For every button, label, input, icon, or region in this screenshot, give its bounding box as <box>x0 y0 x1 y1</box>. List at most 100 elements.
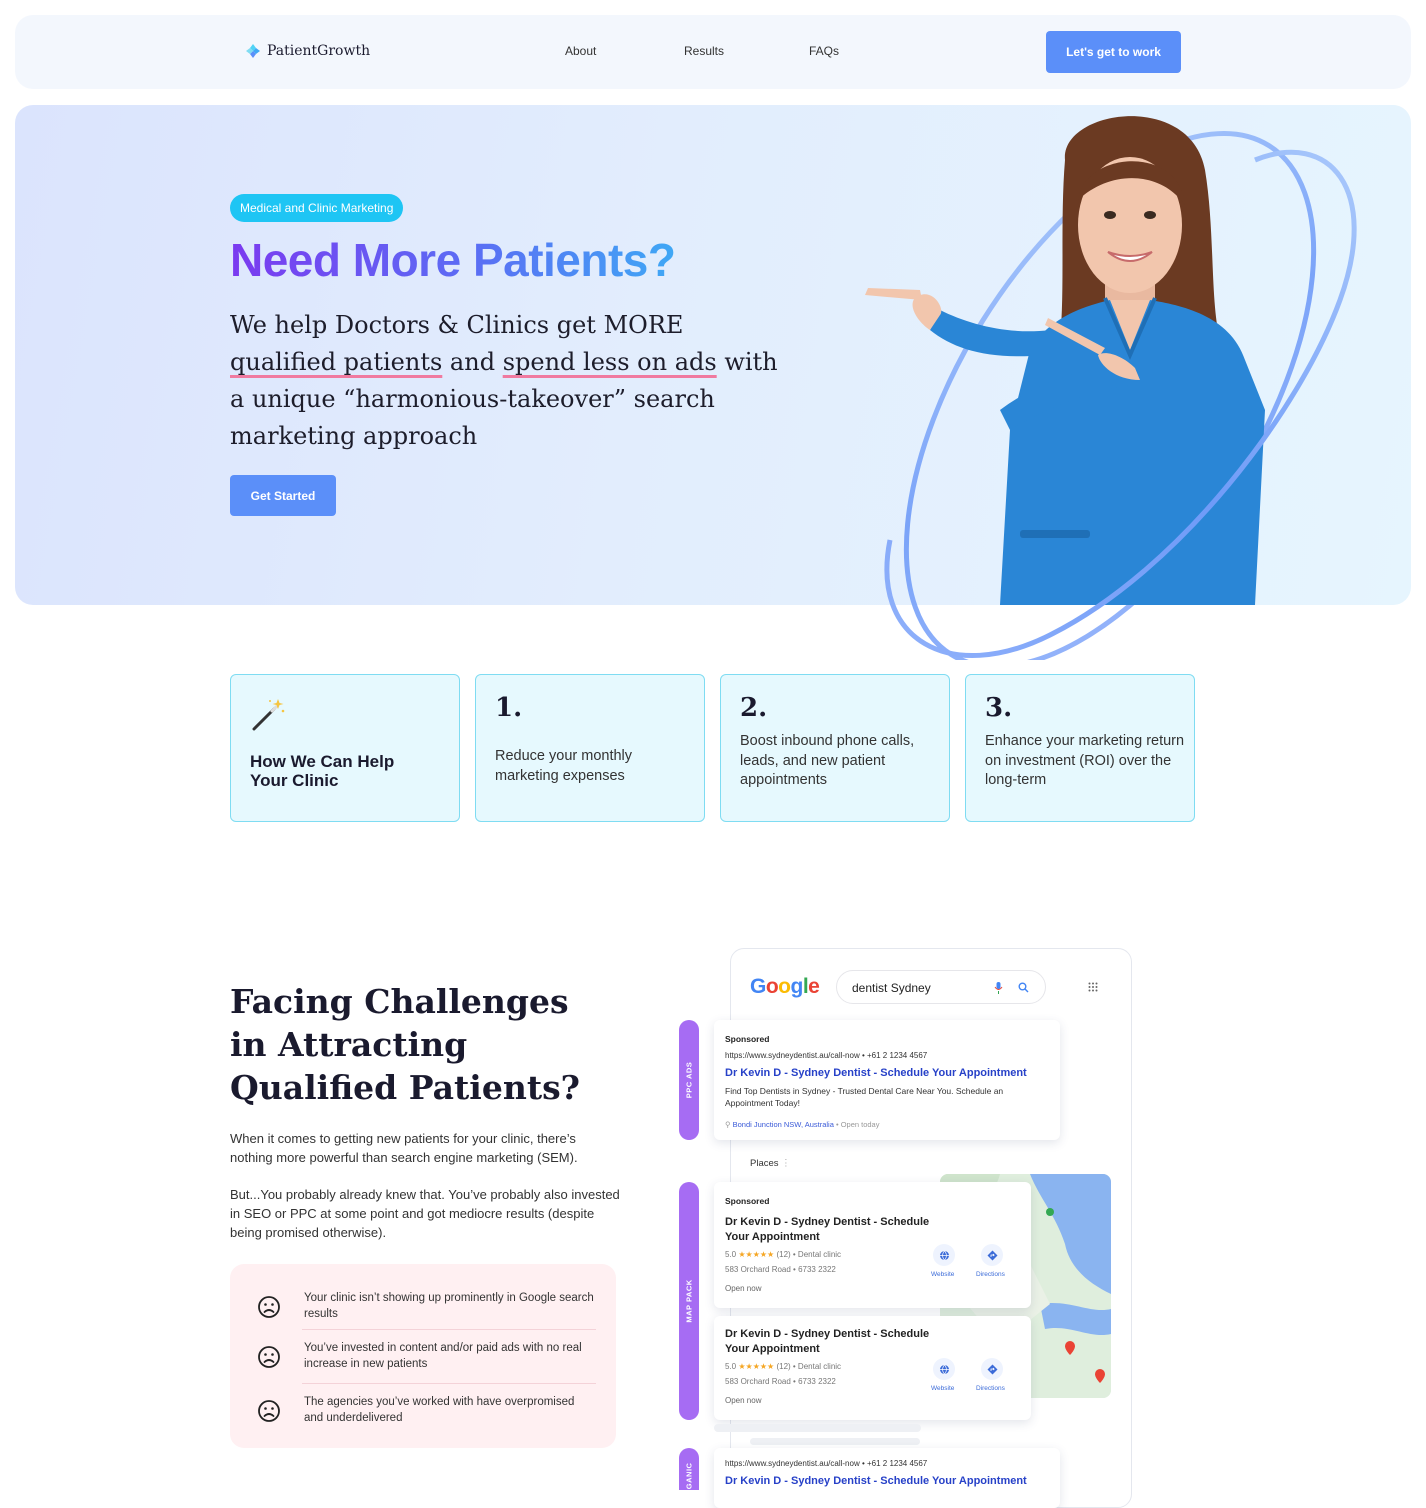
directions-label: Directions <box>976 1385 1005 1392</box>
listing-name[interactable]: Dr Kevin D - Sydney Dentist - Schedule Y… <box>725 1215 945 1245</box>
sponsored-label: Sponsored <box>725 1196 770 1206</box>
rating-stars: ★★★★★ <box>738 1250 775 1259</box>
rating-stars: ★★★★★ <box>738 1362 775 1371</box>
lets-get-to-work-button[interactable]: Let's get to work <box>1046 31 1181 73</box>
lead-underline-qualified: qualified patients <box>230 348 443 376</box>
sponsored-label: Sponsored <box>725 1034 770 1044</box>
organic-url: https://www.sydneydentist.au/call-now • … <box>725 1459 928 1468</box>
map-listing-card[interactable]: Dr Kevin D - Sydney Dentist - Schedule Y… <box>714 1316 1031 1420</box>
benefit-card-2: 2. Boost inbound phone calls, leads, and… <box>720 674 950 822</box>
benefit-number: 1. <box>495 693 523 723</box>
listing-open-status: Open now <box>725 1396 762 1405</box>
search-icon[interactable] <box>1018 982 1029 993</box>
website-label: Website <box>931 1271 955 1278</box>
listing-name[interactable]: Dr Kevin D - Sydney Dentist - Schedule Y… <box>725 1327 945 1357</box>
listing-rating: 5.0 ★★★★★ (12) • Dental clinic <box>725 1250 841 1259</box>
map-listing-card[interactable]: Sponsored Dr Kevin D - Sydney Dentist - … <box>714 1182 1031 1308</box>
pain-point: The agencies you’ve worked with have ove… <box>230 1383 616 1437</box>
divider <box>302 1329 596 1330</box>
listing-address: 583 Orchard Road • 6733 2322 <box>725 1265 836 1274</box>
ad-title-link[interactable]: Dr Kevin D - Sydney Dentist - Schedule Y… <box>725 1067 1027 1079</box>
listing-rating: 5.0 ★★★★★ (12) • Dental clinic <box>725 1362 841 1371</box>
ppc-ad-card[interactable]: Sponsored https://www.sydneydentist.au/c… <box>714 1020 1060 1140</box>
google-search-bar[interactable]: dentist Sydney <box>836 970 1046 1004</box>
google-logo: Google <box>750 975 820 998</box>
globe-icon <box>939 1250 949 1260</box>
directions-button[interactable] <box>981 1358 1003 1380</box>
challenges-paragraph-1: When it comes to getting new patients fo… <box>230 1131 578 1165</box>
hero-lead: We help Doctors & Clinics get MORE quali… <box>230 307 790 455</box>
ppc-ads-label: PPC ADS <box>679 1020 699 1140</box>
benefit-text: Enhance your marketing return on investm… <box>985 733 1185 788</box>
benefit-number: 3. <box>985 693 1013 723</box>
pain-point-text: Your clinic isn’t showing up prominently… <box>304 1292 594 1320</box>
help-intro-title: How We Can Help Your Clinic <box>250 752 395 790</box>
organic-result-card[interactable]: https://www.sydneydentist.au/call-now • … <box>714 1448 1060 1508</box>
organic-label: ORGANIC <box>679 1448 699 1490</box>
category-pill: Medical and Clinic Marketing <box>230 194 404 222</box>
brand-name: PatientGrowth <box>267 43 371 59</box>
listing-meta: (12) • Dental clinic <box>776 1362 842 1371</box>
brand-mark-icon <box>246 44 260 58</box>
sad-face-icon <box>258 1346 280 1368</box>
organic-title-link[interactable]: Dr Kevin D - Sydney Dentist - Schedule Y… <box>725 1475 1027 1487</box>
pain-point-text: The agencies you’ve worked with have ove… <box>304 1396 575 1424</box>
benefit-text: Boost inbound phone calls, leads, and ne… <box>740 733 915 788</box>
listing-address: 583 Orchard Road • 6733 2322 <box>725 1377 836 1386</box>
ad-location-text[interactable]: Bondi Junction NSW, Australia <box>733 1120 834 1129</box>
lead-underline-spend: spend less on ads <box>502 348 717 376</box>
top-nav: PatientGrowth About Results FAQs Let's g… <box>15 15 1411 89</box>
placeholder-bar <box>714 1424 921 1432</box>
places-label: Places <box>750 1158 779 1169</box>
magic-wand-icon <box>252 699 285 731</box>
info-icon: ⋮ <box>781 1158 791 1169</box>
map-pack-label: MAP PACK <box>679 1182 699 1420</box>
pain-point: You’ve invested in content and/or paid a… <box>230 1329 616 1383</box>
help-intro-card: How We Can Help Your Clinic <box>230 674 460 822</box>
ad-location-status: • Open today <box>833 1120 880 1129</box>
sad-face-icon <box>258 1400 280 1422</box>
get-started-button[interactable]: Get Started <box>230 475 336 516</box>
nav-link-faqs[interactable]: FAQs <box>809 44 839 58</box>
directions-icon <box>987 1364 997 1374</box>
hero-title: Need More Patients? <box>230 234 676 286</box>
listing-open-status: Open now <box>725 1284 762 1293</box>
directions-icon <box>987 1250 997 1260</box>
rating-value: 5.0 <box>725 1362 737 1371</box>
challenges-title: Facing Challenges in Attracting Qualifie… <box>230 982 580 1107</box>
website-button[interactable] <box>933 1358 955 1380</box>
divider <box>302 1383 596 1384</box>
lead-text-1: We help Doctors & Clinics get MORE <box>230 311 684 339</box>
listing-meta: (12) • Dental clinic <box>776 1250 842 1259</box>
benefit-number: 2. <box>740 693 768 723</box>
apps-grid-icon[interactable] <box>1088 982 1098 992</box>
directions-button[interactable] <box>981 1244 1003 1266</box>
website-button[interactable] <box>933 1244 955 1266</box>
placeholder-bar <box>750 1438 920 1445</box>
nav-link-about[interactable]: About <box>565 44 596 58</box>
ad-url: https://www.sydneydentist.au/call-now • … <box>725 1051 928 1060</box>
benefit-text: Reduce your monthly marketing expenses <box>495 748 633 784</box>
website-label: Website <box>931 1385 955 1392</box>
ad-description: Find Top Dentists in Sydney - Trusted De… <box>725 1086 1004 1108</box>
rating-value: 5.0 <box>725 1250 737 1259</box>
benefit-card-1: 1. Reduce your monthly marketing expense… <box>475 674 705 822</box>
doctor-illustration <box>865 116 1357 660</box>
sad-face-icon <box>258 1296 280 1318</box>
places-heading: Places ⋮ <box>750 1158 791 1169</box>
brand-logo[interactable]: PatientGrowth <box>245 43 370 59</box>
directions-label: Directions <box>976 1271 1005 1278</box>
search-query: dentist Sydney <box>852 981 931 995</box>
microphone-icon[interactable] <box>994 982 1003 994</box>
organic-label-text: ORGANIC <box>684 1462 694 1490</box>
pain-point-text: You’ve invested in content and/or paid a… <box>304 1342 582 1370</box>
nav-link-results[interactable]: Results <box>684 44 724 58</box>
challenges-paragraph-2: But...You probably already knew that. Yo… <box>230 1187 620 1240</box>
benefit-card-3: 3. Enhance your marketing return on inve… <box>965 674 1195 822</box>
globe-icon <box>939 1364 949 1374</box>
lead-text-2: and <box>442 348 503 376</box>
pain-points-box: Your clinic isn’t showing up prominently… <box>230 1264 616 1448</box>
ad-location: ⚲ Bondi Junction NSW, Australia • Open t… <box>725 1120 879 1129</box>
location-pin-icon: ⚲ <box>725 1120 731 1129</box>
map-pack-label-text: MAP PACK <box>684 1279 694 1323</box>
